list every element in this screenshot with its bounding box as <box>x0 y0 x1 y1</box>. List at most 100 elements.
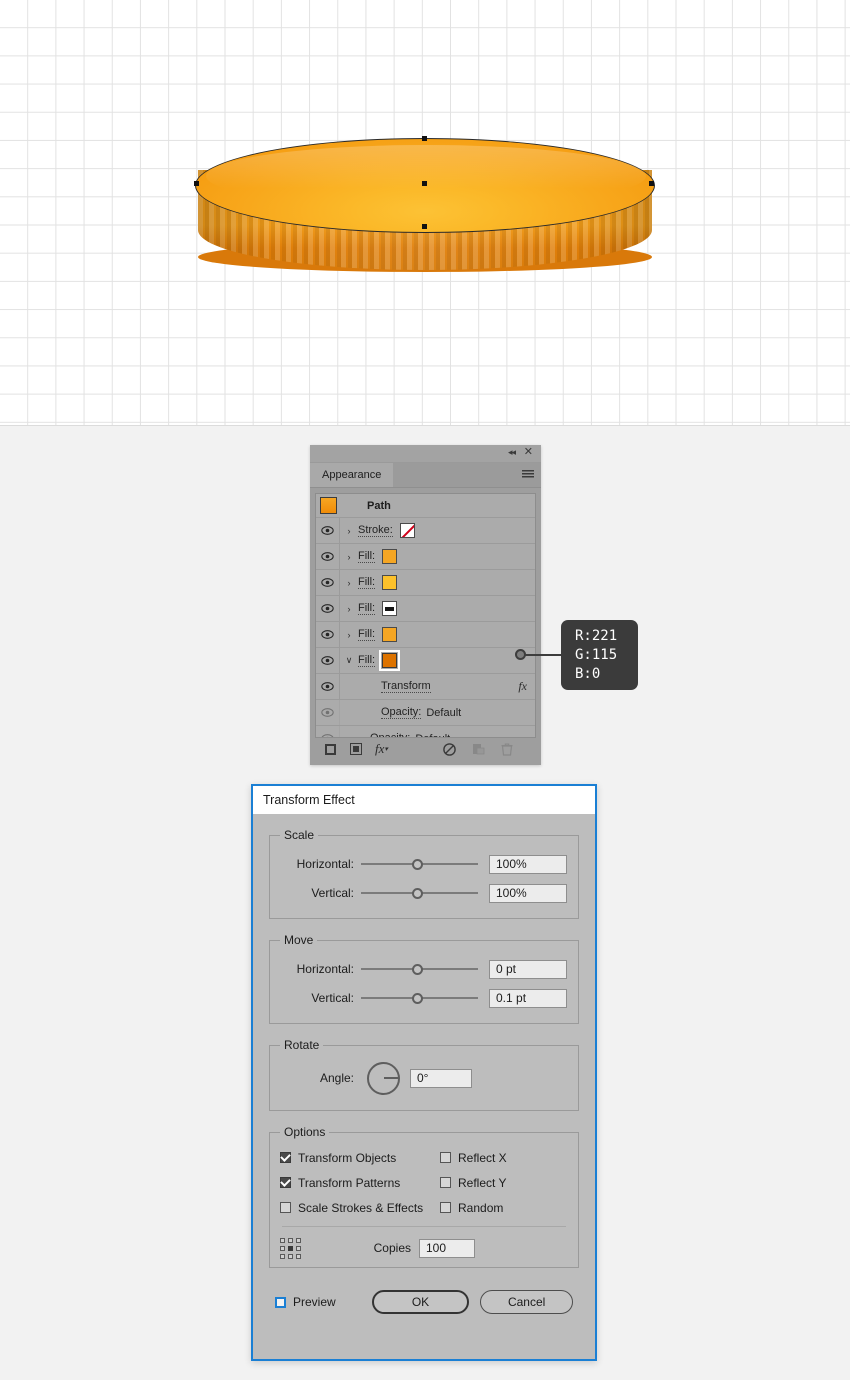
add-new-effect-icon[interactable]: fx ▾ <box>375 741 388 757</box>
add-new-stroke-icon[interactable] <box>350 743 362 755</box>
checkbox-preview[interactable]: Preview <box>275 1295 336 1309</box>
move-horizontal-label: Horizontal: <box>296 962 354 976</box>
angle-input[interactable]: 0° <box>410 1068 472 1088</box>
tooltip-r-value: R:221 <box>575 627 618 644</box>
cancel-button[interactable]: Cancel <box>480 1290 573 1314</box>
checkbox-scale-strokes-effects[interactable]: Scale Strokes & Effects <box>280 1195 424 1220</box>
checkbox-box[interactable] <box>440 1202 451 1213</box>
swatch-fill-3-gradient[interactable] <box>382 601 398 616</box>
anchor-point-top[interactable] <box>422 136 427 141</box>
tooltip-b-value: B:0 <box>575 665 601 682</box>
row-label-transform[interactable]: Transform <box>381 680 431 693</box>
scale-horizontal-row[interactable]: Horizontal: 100% <box>280 851 568 877</box>
row-label-fill: Fill: <box>358 654 376 667</box>
move-group: Move Horizontal: 0 pt Vertical: 0.1 pt <box>269 933 579 1024</box>
swatch-fill-1[interactable] <box>382 549 398 564</box>
nine-point-anchor-icon[interactable] <box>280 1237 301 1259</box>
appearance-row-stroke[interactable]: › Stroke: <box>316 518 535 544</box>
move-vertical-slider[interactable] <box>361 991 478 1005</box>
chevron-right-icon[interactable]: › <box>340 630 358 640</box>
panel-menu-icon[interactable] <box>522 470 534 479</box>
panel-titlebar[interactable]: ◂◂ ✕ <box>310 445 541 463</box>
appearance-list[interactable]: Path › Stroke: › Fill: › Fill: › Fill: ›… <box>315 493 536 752</box>
anchor-point-right[interactable] <box>649 181 654 186</box>
checkbox-label: Random <box>458 1200 504 1215</box>
scale-horizontal-slider[interactable] <box>361 857 478 871</box>
move-vertical-input[interactable]: 0.1 pt <box>489 988 567 1008</box>
checkbox-box[interactable] <box>440 1152 451 1163</box>
checkbox-box[interactable] <box>280 1152 291 1163</box>
chevron-right-icon[interactable]: › <box>340 526 358 536</box>
appearance-row-fill-3[interactable]: › Fill: <box>316 596 535 622</box>
slider-knob[interactable] <box>412 963 424 975</box>
appearance-row-transform[interactable]: Transform fx <box>316 674 535 700</box>
checkbox-reflect-y[interactable]: Reflect Y <box>424 1170 568 1195</box>
visibility-toggle[interactable] <box>316 700 340 725</box>
visibility-toggle[interactable] <box>316 570 340 595</box>
appearance-target-row[interactable]: Path <box>316 494 535 518</box>
angle-dial[interactable] <box>367 1061 400 1095</box>
effect-options-icon[interactable]: fx <box>518 679 527 694</box>
move-vertical-row[interactable]: Vertical: 0.1 pt <box>280 985 568 1011</box>
checkbox-random[interactable]: Random <box>424 1195 568 1220</box>
appearance-panel[interactable]: ◂◂ ✕ Appearance Path › Stroke: › Fill: ›… <box>310 445 541 765</box>
close-icon[interactable]: ✕ <box>524 446 533 458</box>
anchor-point-bottom[interactable] <box>422 224 427 229</box>
scale-vertical-input[interactable]: 100% <box>489 883 567 903</box>
checkbox-box[interactable] <box>440 1177 451 1188</box>
move-horizontal-input[interactable]: 0 pt <box>489 959 567 979</box>
appearance-row-fill-4[interactable]: › Fill: <box>316 622 535 648</box>
appearance-row-fill-1[interactable]: › Fill: <box>316 544 535 570</box>
panel-tab-row[interactable]: Appearance <box>310 463 541 488</box>
clear-appearance-icon[interactable] <box>443 742 456 756</box>
checkbox-box[interactable] <box>280 1202 291 1213</box>
appearance-row-fill-5-selected[interactable]: ∨ Fill: <box>316 648 535 674</box>
duplicate-item-icon[interactable] <box>472 743 485 755</box>
swatch-fill-4[interactable] <box>382 627 398 642</box>
checkbox-box[interactable] <box>280 1177 291 1188</box>
add-new-fill-icon[interactable] <box>325 743 336 755</box>
swatch-fill-2[interactable] <box>382 575 398 590</box>
options-legend: Options <box>284 1125 326 1139</box>
coin-artwork[interactable] <box>194 130 655 290</box>
row-label-opacity[interactable]: Opacity: <box>381 706 422 719</box>
double-chevron-left-icon[interactable]: ◂◂ <box>508 447 516 458</box>
appearance-row-fill-2[interactable]: › Fill: <box>316 570 535 596</box>
move-horizontal-slider[interactable] <box>361 962 478 976</box>
visibility-toggle[interactable] <box>316 518 340 543</box>
scale-horizontal-input[interactable]: 100% <box>489 854 567 874</box>
chevron-right-icon[interactable]: › <box>340 604 358 614</box>
transform-effect-dialog[interactable]: Transform Effect Scale Horizontal: 100% … <box>251 784 597 1361</box>
checkbox-label: Transform Objects <box>298 1150 397 1165</box>
rotate-angle-row[interactable]: Angle: 0° <box>280 1058 568 1098</box>
scale-vertical-row[interactable]: Vertical: 100% <box>280 880 568 906</box>
chevron-right-icon[interactable]: › <box>340 552 358 562</box>
slider-knob[interactable] <box>412 858 424 870</box>
slider-knob[interactable] <box>412 887 424 899</box>
visibility-toggle[interactable] <box>316 544 340 569</box>
anchor-point-center[interactable] <box>422 181 427 186</box>
visibility-toggle[interactable] <box>316 674 340 699</box>
checkbox-transform-patterns[interactable]: Transform Patterns <box>280 1170 424 1195</box>
move-horizontal-row[interactable]: Horizontal: 0 pt <box>280 956 568 982</box>
slider-knob[interactable] <box>412 992 424 1004</box>
visibility-toggle[interactable] <box>316 622 340 647</box>
visibility-toggle[interactable] <box>316 596 340 621</box>
chevron-right-icon[interactable]: › <box>340 578 358 588</box>
tab-appearance[interactable]: Appearance <box>310 463 394 487</box>
scale-vertical-slider[interactable] <box>361 886 478 900</box>
appearance-row-opacity-inner[interactable]: Opacity: Default <box>316 700 535 726</box>
delete-item-icon[interactable] <box>501 743 513 756</box>
visibility-toggle[interactable] <box>316 648 340 673</box>
chevron-down-icon[interactable]: ∨ <box>340 655 358 666</box>
copies-input[interactable]: 100 <box>419 1238 475 1258</box>
swatch-stroke-none[interactable] <box>399 523 415 538</box>
checkbox-reflect-x[interactable]: Reflect X <box>424 1145 568 1170</box>
panel-footer-toolbar[interactable]: fx ▾ <box>315 737 536 760</box>
checkbox-box[interactable] <box>275 1296 286 1308</box>
ok-button[interactable]: OK <box>371 1290 470 1314</box>
anchor-point-left[interactable] <box>194 181 199 186</box>
swatch-fill-5-selected[interactable] <box>379 650 401 671</box>
checkbox-transform-objects[interactable]: Transform Objects <box>280 1145 424 1170</box>
tooltip-g-value: G:115 <box>575 646 618 663</box>
